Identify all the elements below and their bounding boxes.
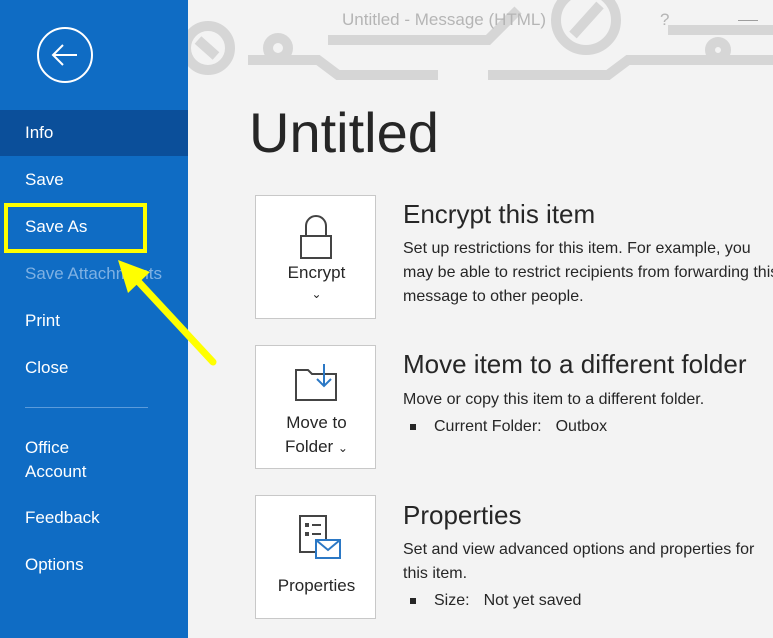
nav-office-account-line2: Account: [25, 462, 87, 481]
nav-office-account[interactable]: Office Account: [0, 436, 188, 486]
properties-label: Properties: [277, 576, 356, 595]
nav-print[interactable]: Print: [0, 298, 188, 344]
minimize-icon[interactable]: [738, 20, 758, 21]
encrypt-section-description: Set up restrictions for this item. For e…: [403, 240, 773, 305]
bullet-icon: [410, 597, 416, 604]
size-row: Size: Not yet saved: [410, 592, 581, 610]
move-section-description: Move or copy this item to a different fo…: [403, 391, 705, 408]
save-as-highlight: [4, 203, 147, 253]
nav-info[interactable]: Info: [0, 110, 188, 156]
back-arrow-icon: [51, 44, 77, 66]
current-folder-row: Current Folder: Outbox: [410, 418, 607, 436]
current-folder-value: Outbox: [555, 418, 608, 435]
backstage-sidebar: Info Save Save As Save Attachments Print…: [0, 0, 188, 638]
move-to-folder-button[interactable]: Move to Folder ⌄: [255, 345, 376, 469]
properties-section-description: Set and view advanced options and proper…: [403, 541, 755, 582]
move-to-folder-label-line1: Move to: [286, 413, 347, 432]
move-to-folder-label-line2: Folder ⌄: [285, 437, 348, 456]
chevron-down-icon: ⌄: [337, 441, 348, 455]
move-section-title: Move item to a different folder: [403, 349, 747, 379]
nav-office-account-line1: Office: [25, 438, 70, 457]
nav-save[interactable]: Save: [0, 157, 188, 203]
nav-options[interactable]: Options: [0, 542, 188, 588]
chevron-down-icon: ⌄: [311, 287, 322, 301]
help-button[interactable]: ?: [660, 10, 669, 30]
bullet-icon: [410, 423, 416, 430]
encrypt-section-title: Encrypt this item: [403, 199, 596, 229]
properties-section-title: Properties: [403, 500, 522, 530]
folder-move-icon: [295, 364, 337, 401]
nav-save-attachments: Save Attachments: [25, 264, 163, 283]
back-button[interactable]: [37, 27, 93, 83]
encrypt-button[interactable]: Encrypt ⌄: [255, 195, 376, 319]
page-title: Untitled: [249, 101, 439, 164]
size-value: Not yet saved: [483, 592, 582, 609]
window-title: Untitled - Message (HTML): [342, 10, 547, 29]
nav-divider: [25, 407, 148, 408]
properties-icon: [299, 515, 341, 559]
properties-button[interactable]: Properties: [255, 495, 376, 619]
backstage-main: Untitled - Message (HTML) ? Untitled Enc…: [188, 0, 773, 638]
lock-icon: [300, 215, 332, 259]
nav-feedback[interactable]: Feedback: [0, 495, 188, 541]
nav-close[interactable]: Close: [0, 345, 188, 391]
